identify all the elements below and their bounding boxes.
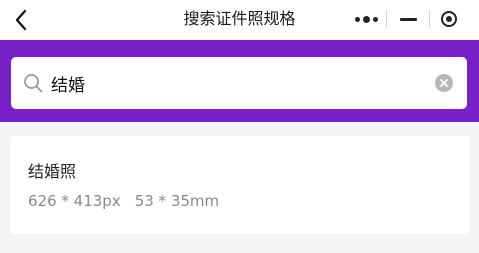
mm-size: 53 * 35mm — [134, 192, 220, 210]
result-specs: 626 * 413px 53 * 35mm — [28, 192, 219, 210]
close-button[interactable] — [430, 4, 468, 34]
result-name: 结婚照 — [28, 162, 77, 181]
more-button[interactable] — [346, 4, 386, 34]
search-box[interactable] — [11, 57, 467, 109]
search-icon — [24, 74, 43, 93]
clear-circle-icon[interactable] — [435, 74, 453, 92]
search-input[interactable] — [51, 67, 431, 99]
nav-bar: 搜索证件照规格 — [0, 0, 479, 40]
target-circle-icon — [441, 11, 457, 27]
mini-program-capsule — [346, 4, 470, 34]
more-dots-icon — [354, 15, 378, 23]
pixel-size: 626 * 413px — [28, 192, 121, 210]
result-item[interactable]: 结婚照 626 * 413px 53 * 35mm — [10, 136, 469, 234]
minimize-button[interactable] — [387, 4, 429, 34]
minimize-icon — [399, 17, 417, 21]
search-header — [0, 40, 479, 122]
